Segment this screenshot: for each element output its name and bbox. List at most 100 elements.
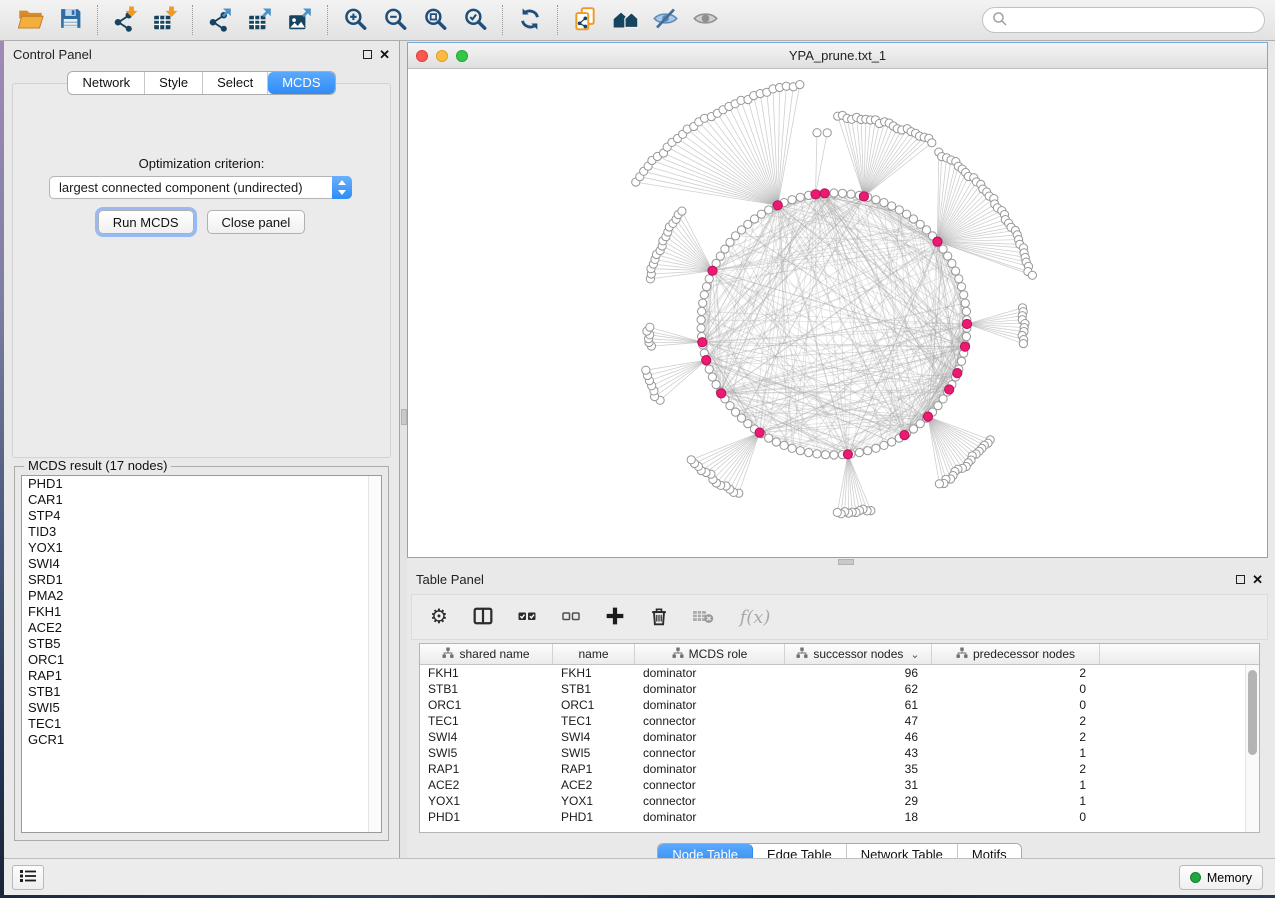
graph-node[interactable]: [813, 129, 821, 137]
graph-node[interactable]: [895, 206, 903, 214]
graph-node[interactable]: [642, 366, 650, 374]
close-panel-icon[interactable]: ✕: [1252, 573, 1263, 586]
table-row[interactable]: SWI5SWI5connector431: [420, 745, 1259, 761]
graph-hub-node[interactable]: [811, 190, 820, 199]
graph-hub-node[interactable]: [945, 385, 954, 394]
optimization-criterion-select[interactable]: largest connected component (undirected): [49, 176, 352, 199]
graph-hub-node[interactable]: [843, 450, 852, 459]
graph-node[interactable]: [646, 323, 654, 331]
graph-node[interactable]: [796, 81, 804, 89]
graph-hub-node[interactable]: [900, 431, 909, 440]
graph-node[interactable]: [888, 438, 896, 446]
graph-node[interactable]: [699, 299, 707, 307]
graph-node[interactable]: [796, 447, 804, 455]
result-list-item[interactable]: SWI4: [22, 556, 381, 572]
graph-node[interactable]: [847, 190, 855, 198]
result-list-item[interactable]: STB1: [22, 684, 381, 700]
graph-node[interactable]: [705, 365, 713, 373]
result-list-item[interactable]: SRD1: [22, 572, 381, 588]
task-history-button[interactable]: [12, 865, 44, 890]
import-table-button[interactable]: [145, 3, 185, 37]
graph-node[interactable]: [948, 259, 956, 267]
result-list-item[interactable]: CAR1: [22, 492, 381, 508]
result-list-item[interactable]: PMA2: [22, 588, 381, 604]
result-list-item[interactable]: YOX1: [22, 540, 381, 556]
graph-node[interactable]: [961, 299, 969, 307]
result-list-item[interactable]: ACE2: [22, 620, 381, 636]
graph-hub-node[interactable]: [717, 389, 726, 398]
graph-node[interactable]: [757, 210, 765, 218]
graph-node[interactable]: [705, 275, 713, 283]
graph-node[interactable]: [788, 444, 796, 452]
graph-node[interactable]: [1028, 271, 1036, 279]
graph-node[interactable]: [772, 438, 780, 446]
result-list-item[interactable]: TID3: [22, 524, 381, 540]
result-list-item[interactable]: ORC1: [22, 652, 381, 668]
graph-node[interactable]: [697, 316, 705, 324]
column-header-shared-name[interactable]: shared name: [420, 644, 553, 664]
scrollbar-thumb[interactable]: [1248, 670, 1257, 755]
add-column-button[interactable]: [600, 601, 630, 633]
graph-node[interactable]: [702, 283, 710, 291]
graph-node[interactable]: [935, 480, 943, 488]
graph-node[interactable]: [687, 456, 695, 464]
table-row[interactable]: RAP1RAP1dominator352: [420, 761, 1259, 777]
float-panel-icon[interactable]: [363, 50, 372, 59]
show-all-button[interactable]: [685, 3, 725, 37]
column-header-predecessor-nodes[interactable]: predecessor nodes: [932, 644, 1100, 664]
graph-node[interactable]: [700, 291, 708, 299]
graph-hub-node[interactable]: [962, 319, 971, 328]
save-session-button[interactable]: [50, 3, 90, 37]
zoom-in-button[interactable]: [335, 3, 375, 37]
graph-hub-node[interactable]: [755, 428, 764, 437]
tab-select[interactable]: Select: [203, 72, 268, 94]
graph-node[interactable]: [957, 357, 965, 365]
result-list-item[interactable]: SWI5: [22, 700, 381, 716]
graph-node[interactable]: [955, 275, 963, 283]
horizontal-splitter[interactable]: [407, 558, 1268, 566]
zoom-selected-button[interactable]: [455, 3, 495, 37]
graph-node[interactable]: [944, 252, 952, 260]
graph-node[interactable]: [880, 441, 888, 449]
result-list-scrollbar[interactable]: [368, 476, 381, 832]
select-all-rows-button[interactable]: [512, 601, 542, 633]
search-input[interactable]: [1008, 13, 1255, 28]
import-network-button[interactable]: [105, 3, 145, 37]
graph-hub-node[interactable]: [923, 412, 932, 421]
graph-node[interactable]: [888, 202, 896, 210]
export-image-button[interactable]: [280, 3, 320, 37]
graph-hub-node[interactable]: [698, 338, 707, 347]
open-session-button[interactable]: [10, 3, 50, 37]
delete-table-button[interactable]: [688, 601, 718, 633]
export-table-button[interactable]: [240, 3, 280, 37]
first-neighbors-button[interactable]: [605, 3, 645, 37]
graph-hub-node[interactable]: [859, 192, 868, 201]
graph-node[interactable]: [830, 189, 838, 197]
graph-hub-node[interactable]: [933, 237, 942, 246]
float-panel-icon[interactable]: [1236, 575, 1245, 584]
network-graph[interactable]: [408, 69, 1266, 557]
graph-node[interactable]: [697, 324, 705, 332]
graph-node[interactable]: [823, 129, 831, 137]
table-row[interactable]: FKH1FKH1dominator962: [420, 665, 1259, 681]
graph-node[interactable]: [765, 434, 773, 442]
column-header-mcds-role[interactable]: MCDS role: [635, 644, 785, 664]
run-mcds-button[interactable]: Run MCDS: [98, 210, 194, 234]
tab-network[interactable]: Network: [68, 72, 145, 94]
graph-node[interactable]: [780, 441, 788, 449]
vertical-splitter[interactable]: [400, 41, 407, 858]
graph-node[interactable]: [838, 189, 846, 197]
table-row[interactable]: STB1STB1dominator620: [420, 681, 1259, 697]
graph-node[interactable]: [712, 381, 720, 389]
result-list-item[interactable]: RAP1: [22, 668, 381, 684]
graph-node[interactable]: [765, 206, 773, 214]
graph-node[interactable]: [880, 199, 888, 207]
table-row[interactable]: YOX1YOX1connector291: [420, 793, 1259, 809]
close-panel-icon[interactable]: ✕: [379, 48, 390, 61]
graph-node[interactable]: [698, 307, 706, 315]
graph-node[interactable]: [960, 291, 968, 299]
show-column-panel-button[interactable]: [468, 601, 498, 633]
graph-hub-node[interactable]: [820, 189, 829, 198]
graph-node[interactable]: [788, 196, 796, 204]
close-panel-button[interactable]: Close panel: [207, 210, 306, 234]
